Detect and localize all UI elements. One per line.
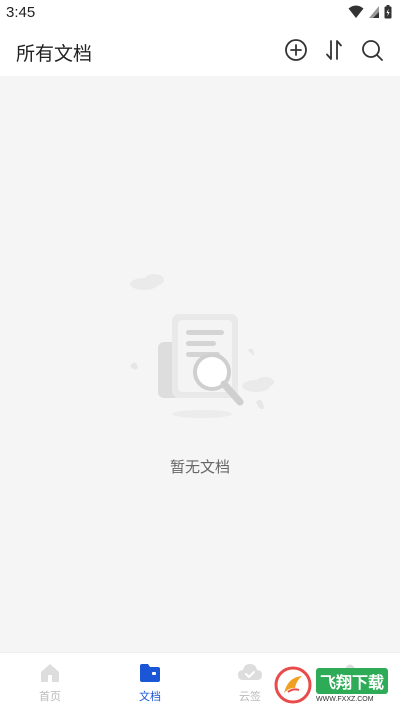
document-list-area: 暂无文档 (0, 76, 400, 652)
document-search-icon (130, 274, 274, 418)
battery-icon (384, 5, 392, 19)
watermark-icon (274, 666, 312, 704)
status-icons (348, 5, 392, 19)
app-header: 所有文档 (0, 28, 400, 76)
search-button[interactable] (360, 38, 384, 62)
add-circle-icon (285, 39, 307, 61)
nav-label-cloud-sign: 云签 (239, 690, 261, 703)
watermark-text-group: 飞翔下载 WWW.FXXZ.COM (316, 667, 389, 703)
status-bar: 3:45 (0, 0, 400, 28)
status-time: 3:45 (6, 4, 36, 21)
watermark-text: 飞翔下载 (316, 667, 389, 694)
add-document-button[interactable] (284, 38, 308, 62)
sort-button[interactable] (322, 38, 346, 62)
wifi-icon (348, 5, 364, 18)
header-actions (284, 38, 384, 62)
cloud-icon (238, 664, 262, 680)
nav-label-documents: 文档 (139, 690, 161, 703)
folder-icon (140, 664, 160, 682)
sort-icon (326, 40, 342, 60)
home-icon (41, 664, 59, 682)
nav-item-documents[interactable]: 文档 (100, 653, 200, 713)
page-title: 所有文档 (16, 43, 93, 65)
search-icon (362, 40, 383, 61)
nav-item-home[interactable]: 首页 (0, 653, 100, 713)
watermark-logo: 飞翔下载 WWW.FXXZ.COM (274, 662, 394, 708)
empty-state-text: 暂无文档 (169, 458, 230, 476)
watermark-url: WWW.FXXZ.COM (316, 695, 374, 703)
nav-label-home: 首页 (39, 690, 61, 703)
signal-icon (369, 6, 379, 18)
